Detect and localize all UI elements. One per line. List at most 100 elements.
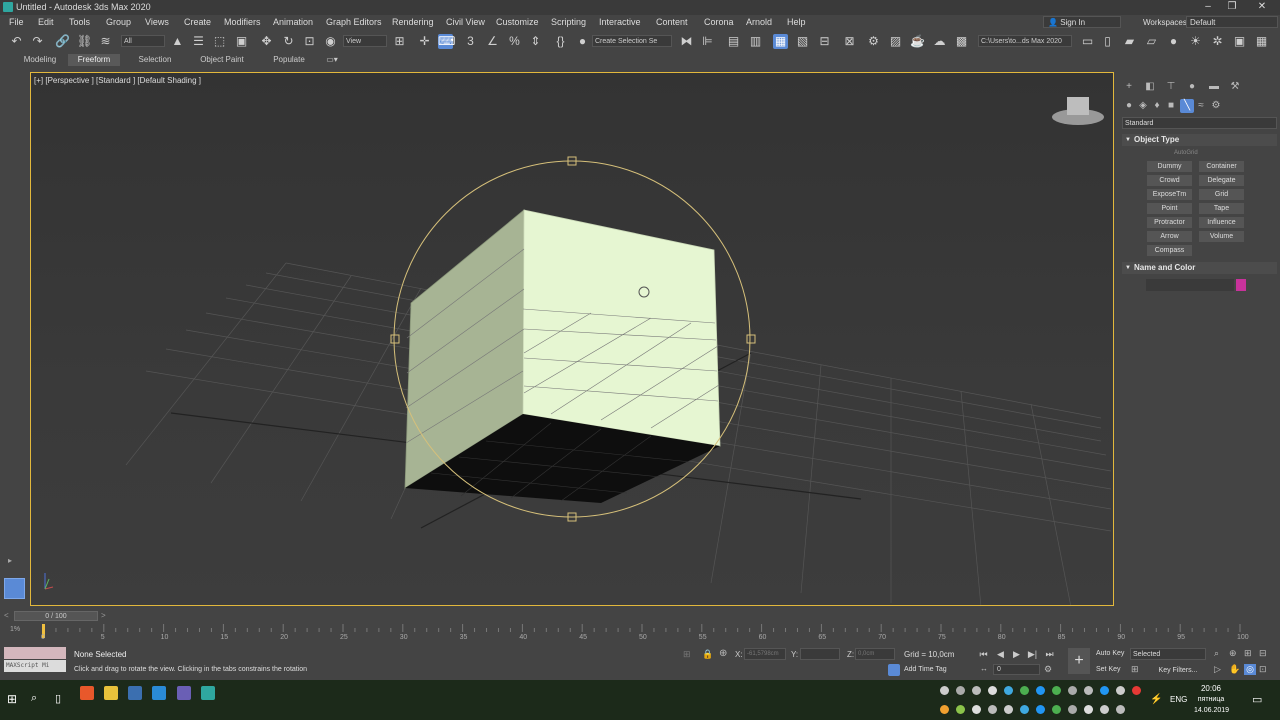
tray-icon-9[interactable] (1068, 686, 1077, 695)
minimize-button[interactable]: – (1198, 1, 1218, 13)
menu-file[interactable]: File (9, 17, 24, 27)
fov-icon[interactable]: ▷ (1214, 664, 1221, 675)
helpers-icon[interactable]: ╲ (1180, 99, 1194, 113)
open-folder-icon[interactable]: ▯ (1100, 34, 1115, 49)
tray-icon-21[interactable] (1052, 705, 1061, 714)
notifications-icon[interactable]: ▭ (1252, 693, 1262, 706)
layer-explorer-icon[interactable]: ▥ (748, 34, 763, 49)
menu-interactive[interactable]: Interactive (599, 17, 641, 27)
key-filter-icon[interactable]: ⊞ (1131, 664, 1139, 675)
pan-icon[interactable]: ✋ (1229, 664, 1240, 675)
rectangle-selection-icon[interactable]: ⬚ (212, 34, 227, 49)
maxscript-mini-listener[interactable]: MAXScript Mi (4, 660, 66, 672)
menu-edit[interactable]: Edit (38, 17, 54, 27)
geometry-icon[interactable]: ● (1122, 99, 1136, 113)
grid-button[interactable]: Grid (1199, 189, 1244, 200)
menu-group[interactable]: Group (106, 17, 131, 27)
zoom-icon[interactable]: ⌕ (1214, 648, 1219, 659)
zoom-extents-all-icon[interactable]: ⊟ (1259, 648, 1267, 659)
select-object-icon[interactable]: ▲ (170, 34, 185, 49)
tray-icon-5[interactable] (1004, 686, 1013, 695)
menu-civil-view[interactable]: Civil View (446, 17, 485, 27)
point-button[interactable]: Point (1147, 203, 1192, 214)
cameras-icon[interactable]: ■ (1164, 99, 1178, 113)
tray-icon-1[interactable] (940, 686, 949, 695)
menu-content[interactable]: Content (656, 17, 688, 27)
expand-arrow-icon[interactable]: ▸ (8, 556, 12, 565)
previous-frame-icon[interactable]: ◀ (994, 648, 1007, 660)
zoom-all-icon[interactable]: ⊕ (1229, 648, 1237, 659)
network-icon[interactable]: ⚡ (1150, 694, 1162, 705)
tray-icon-7[interactable] (1036, 686, 1045, 695)
lock-selection-icon[interactable]: 🔒 (702, 649, 713, 660)
app-icon-2[interactable] (177, 686, 191, 700)
tab-selection[interactable]: Selection (128, 54, 182, 66)
tray-icon-8[interactable] (1052, 686, 1061, 695)
workspace-dropdown[interactable]: Default (1186, 16, 1278, 28)
tray-icon-13[interactable] (1132, 686, 1141, 695)
tray-icon-19[interactable] (1020, 705, 1029, 714)
y-coordinate-field[interactable] (800, 648, 840, 660)
influence-button[interactable]: Influence (1199, 217, 1244, 228)
menu-help[interactable]: Help (787, 17, 806, 27)
ribbon-options-icon[interactable]: ▭▾ (322, 54, 342, 66)
container-button[interactable]: Container (1199, 161, 1244, 172)
menu-create[interactable]: Create (184, 17, 211, 27)
arrow-button[interactable]: Arrow (1147, 231, 1192, 242)
spinner-snap-icon[interactable]: ⇕ (528, 34, 543, 49)
time-config-icon[interactable]: ⚙ (1044, 664, 1052, 675)
redo-icon[interactable]: ↷ (30, 34, 45, 49)
language-indicator[interactable]: ENG (1170, 695, 1187, 704)
undo-icon[interactable]: ↶ (9, 34, 24, 49)
category-dropdown[interactable]: Standard (1122, 117, 1277, 129)
tray-icon-24[interactable] (1100, 705, 1109, 714)
key-set-dropdown[interactable]: Selected (1130, 648, 1206, 660)
play-icon[interactable]: ▶ (1010, 648, 1023, 660)
hierarchy-tab-icon[interactable]: ⊤ (1164, 80, 1178, 94)
tray-icon-25[interactable] (1116, 705, 1125, 714)
align-icon[interactable]: ⊫ (700, 34, 715, 49)
selection-filter-dropdown[interactable]: All (121, 35, 165, 47)
lights-icon[interactable]: ♦ (1150, 99, 1164, 113)
go-to-end-icon[interactable]: ⏭ (1043, 648, 1056, 660)
ribbon-toggle-icon[interactable]: ▦ (773, 34, 788, 49)
go-to-start-icon[interactable]: ⏮ (977, 648, 990, 660)
chrome-icon[interactable] (80, 686, 94, 700)
menu-scripting[interactable]: Scripting (551, 17, 586, 27)
time-slider[interactable]: < 0 / 100 > (0, 610, 1280, 622)
volume-button[interactable]: Volume (1199, 231, 1244, 242)
zoom-extents-icon[interactable]: ⊞ (1244, 648, 1252, 659)
current-frame-field[interactable]: 0 (993, 664, 1040, 675)
tray-icon-16[interactable] (972, 705, 981, 714)
tray-icon-15[interactable] (956, 705, 965, 714)
keyboard-shortcut-override-icon[interactable]: ⌨ (438, 34, 455, 49)
utilities-tab-icon[interactable]: ⚒ (1228, 80, 1242, 94)
select-manipulate-icon[interactable]: ✛ (417, 34, 432, 49)
perspective-viewport[interactable]: [+] [Perspective ] [Standard ] [Default … (30, 72, 1114, 606)
x-coordinate-field[interactable]: -61,5798cm (744, 648, 786, 660)
clock-time[interactable]: 20:06 (1194, 684, 1228, 693)
name-color-rollout[interactable]: ▼ Name and Color (1122, 262, 1277, 274)
windows-start-icon[interactable]: ⊞ (7, 692, 17, 706)
mirror-icon[interactable]: ⧓ (679, 34, 694, 49)
set-key-big-icon[interactable]: + (1068, 648, 1090, 674)
percent-snap-icon[interactable]: % (507, 34, 522, 49)
viewport-label[interactable]: [+] [Perspective ] [Standard ] [Default … (34, 76, 201, 85)
shapes-icon[interactable]: ◈ (1136, 99, 1150, 113)
render-production-icon[interactable]: ☕ (910, 34, 925, 49)
select-by-name-icon[interactable]: ☰ (191, 34, 206, 49)
space-warps-icon[interactable]: ≈ (1194, 99, 1208, 113)
reference-coord-dropdown[interactable]: View (343, 35, 387, 47)
arnold-render-icon[interactable]: ▦ (1254, 34, 1269, 49)
time-slider-next-icon[interactable]: > (101, 611, 106, 620)
tray-icon-20[interactable] (1036, 705, 1045, 714)
sun-icon[interactable]: ☀ (1188, 34, 1203, 49)
auto-key-button[interactable]: Auto Key (1096, 650, 1124, 657)
key-mode-icon[interactable]: ↔ (980, 664, 988, 673)
scene-explorer-icon[interactable]: ▤ (726, 34, 741, 49)
tray-icon-4[interactable] (988, 686, 997, 695)
tray-icon-17[interactable] (988, 705, 997, 714)
schematic-view-icon[interactable]: ⊟ (817, 34, 832, 49)
snaps-toggle-icon[interactable]: 3 (463, 34, 478, 49)
menu-customize[interactable]: Customize (496, 17, 539, 27)
